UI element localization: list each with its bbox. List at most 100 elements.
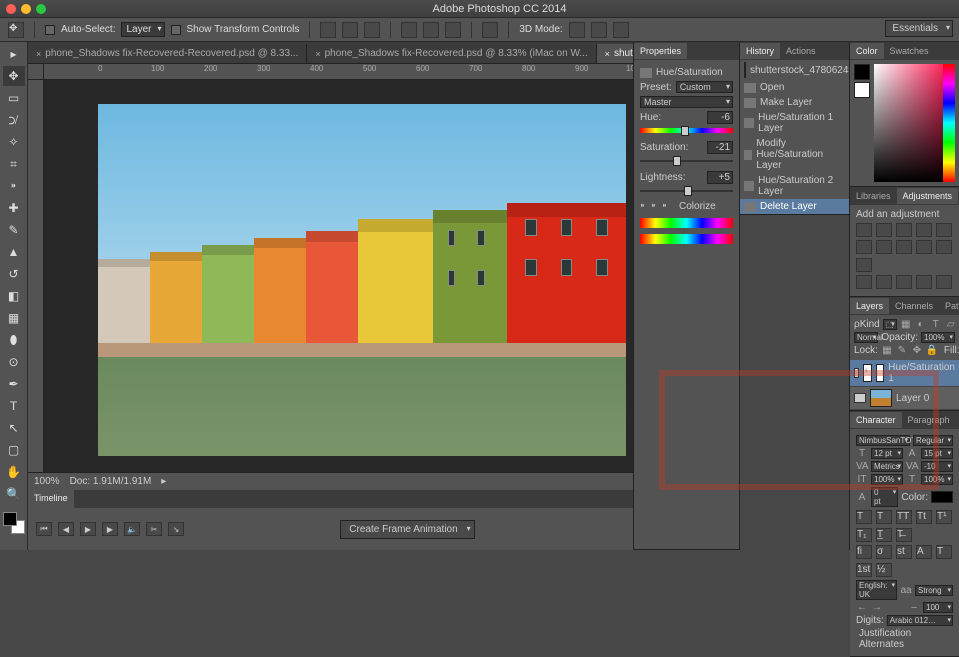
mode3d-icon[interactable]	[569, 22, 585, 38]
underline-icon[interactable]: T̲	[876, 528, 892, 542]
filter-icon[interactable]: ▱	[945, 319, 957, 330]
tab-toggle-icon[interactable]: ▸	[3, 44, 25, 64]
layer-row[interactable]: Layer 0	[850, 387, 959, 410]
minimize-window-icon[interactable]	[21, 4, 31, 14]
language-dropdown[interactable]: English: UK	[856, 580, 897, 600]
path-tool-icon[interactable]: ↖	[3, 418, 25, 438]
hue-sat-icon[interactable]	[856, 240, 872, 254]
history-item[interactable]: Hue/Saturation 1 Layer	[740, 110, 849, 136]
saturation-value[interactable]: -21	[707, 141, 733, 154]
align-icon[interactable]	[342, 22, 358, 38]
history-item[interactable]: Modify Hue/Saturation Layer	[740, 136, 849, 173]
gradient-map-icon[interactable]	[916, 275, 932, 289]
lightness-value[interactable]: +5	[707, 171, 733, 184]
brightness-icon[interactable]	[856, 223, 872, 237]
canvas[interactable]	[98, 104, 626, 456]
kashida-icon[interactable]: ‒	[908, 602, 920, 613]
levels-icon[interactable]	[876, 223, 892, 237]
filter-icon[interactable]: T	[930, 319, 942, 330]
invert-icon[interactable]	[856, 275, 872, 289]
hue-value[interactable]: -6	[707, 111, 733, 124]
filter-icon[interactable]: ▦	[900, 319, 912, 330]
shape-tool-icon[interactable]: ▢	[3, 440, 25, 460]
eyedropper-tool-icon[interactable]: ⁍	[3, 176, 25, 196]
history-item[interactable]: Hue/Saturation 2 Layer	[740, 173, 849, 199]
tab-properties[interactable]: Properties	[634, 43, 687, 59]
bg-swatch[interactable]	[854, 82, 870, 98]
digits-dropdown[interactable]: Arabic 012…	[887, 615, 953, 626]
hscale-field[interactable]: 100%	[921, 474, 953, 485]
align-icon[interactable]	[364, 22, 380, 38]
type-tool-icon[interactable]: T	[3, 396, 25, 416]
text-color-swatch[interactable]	[931, 491, 953, 503]
eraser-tool-icon[interactable]: ◧	[3, 286, 25, 306]
hue-column[interactable]	[943, 64, 955, 182]
document-tab[interactable]: ×shutterstock_478062454.jpg @ 100% (Hue/…	[597, 44, 633, 63]
mode3d-icon[interactable]	[591, 22, 607, 38]
saturation-slider[interactable]	[640, 157, 733, 165]
color-swatches[interactable]	[3, 512, 25, 534]
pen-tool-icon[interactable]: ✒	[3, 374, 25, 394]
channel-mixer-icon[interactable]	[936, 240, 952, 254]
workspace-switcher[interactable]: Essentials	[885, 20, 953, 37]
tab-history[interactable]: History	[740, 43, 780, 59]
align-icon[interactable]	[320, 22, 336, 38]
move-tool-icon[interactable]: ✥	[3, 66, 25, 86]
opentype-icon[interactable]: σ	[876, 545, 892, 559]
visibility-icon[interactable]	[854, 393, 866, 403]
layer-name[interactable]: Hue/Saturation 1	[888, 362, 955, 384]
tab-libraries[interactable]: Libraries	[850, 188, 897, 204]
eyedropper-icon[interactable]: ⁍	[640, 201, 645, 212]
kind-dropdown[interactable]: ⬚	[883, 319, 897, 330]
opentype-icon[interactable]: ½	[876, 563, 892, 577]
strike-icon[interactable]: T̶	[896, 528, 912, 542]
tab-paragraph[interactable]: Paragraph	[902, 412, 956, 428]
lock-icon[interactable]: 🔒	[926, 345, 938, 356]
lasso-tool-icon[interactable]: ⟉	[3, 110, 25, 130]
font-family-dropdown[interactable]: NimbusSanTOTCon	[856, 435, 910, 446]
doc-size[interactable]: Doc: 1.91M/1.91M	[70, 476, 152, 487]
opentype-icon[interactable]: 1st	[856, 563, 872, 577]
auto-select-dropdown[interactable]: Layer	[121, 22, 164, 37]
heal-tool-icon[interactable]: ✚	[3, 198, 25, 218]
zoom-window-icon[interactable]	[36, 4, 46, 14]
document-tab[interactable]: ×phone_Shadows fix-Recovered-Recovered.p…	[28, 44, 307, 63]
tab-channels[interactable]: Channels	[889, 298, 939, 314]
history-item[interactable]: Make Layer	[740, 95, 849, 110]
tab-color[interactable]: Color	[850, 43, 884, 59]
opacity-field[interactable]: 100%	[921, 332, 955, 343]
tab-actions[interactable]: Actions	[780, 43, 822, 59]
transition-icon[interactable]: ↘	[168, 522, 184, 536]
move-tool-icon[interactable]: ✥	[8, 22, 24, 38]
tab-adjustments[interactable]: Adjustments	[897, 188, 959, 204]
tab-swatches[interactable]: Swatches	[884, 43, 935, 59]
opentype-icon[interactable]: A	[916, 545, 932, 559]
posterize-icon[interactable]	[876, 275, 892, 289]
color-balance-icon[interactable]	[876, 240, 892, 254]
antialias-dropdown[interactable]: Strong	[915, 585, 953, 596]
photo-filter-icon[interactable]	[916, 240, 932, 254]
next-frame-icon[interactable]: ▶	[102, 522, 118, 536]
audio-icon[interactable]: 🔈	[124, 522, 140, 536]
filter-icon[interactable]: ◐	[915, 319, 927, 330]
font-style-dropdown[interactable]: Regular	[913, 435, 953, 446]
baseline-field[interactable]: 0 pt	[871, 487, 898, 507]
preset-dropdown[interactable]: Custom	[676, 81, 733, 93]
channel-dropdown[interactable]: Master	[640, 96, 733, 108]
exposure-icon[interactable]	[916, 223, 932, 237]
tracking-field[interactable]: -10	[921, 461, 953, 472]
opentype-icon[interactable]: T	[936, 545, 952, 559]
tab-timeline[interactable]: Timeline	[28, 490, 74, 508]
curves-icon[interactable]	[896, 223, 912, 237]
opentype-icon[interactable]: st	[896, 545, 912, 559]
bw-icon[interactable]	[896, 240, 912, 254]
leading-field[interactable]: 15 pt	[921, 448, 953, 459]
font-size-field[interactable]: 12 pt	[871, 448, 903, 459]
color-picker[interactable]	[874, 64, 955, 182]
eyedropper-minus-icon[interactable]: ⁍	[662, 201, 667, 212]
kashida-field[interactable]: 100	[923, 602, 953, 613]
split-icon[interactable]: ✂	[146, 522, 162, 536]
superscript-icon[interactable]: T¹	[936, 510, 952, 524]
blend-mode-dropdown[interactable]: Normal	[854, 332, 878, 343]
dir-icon[interactable]: →	[871, 602, 883, 613]
